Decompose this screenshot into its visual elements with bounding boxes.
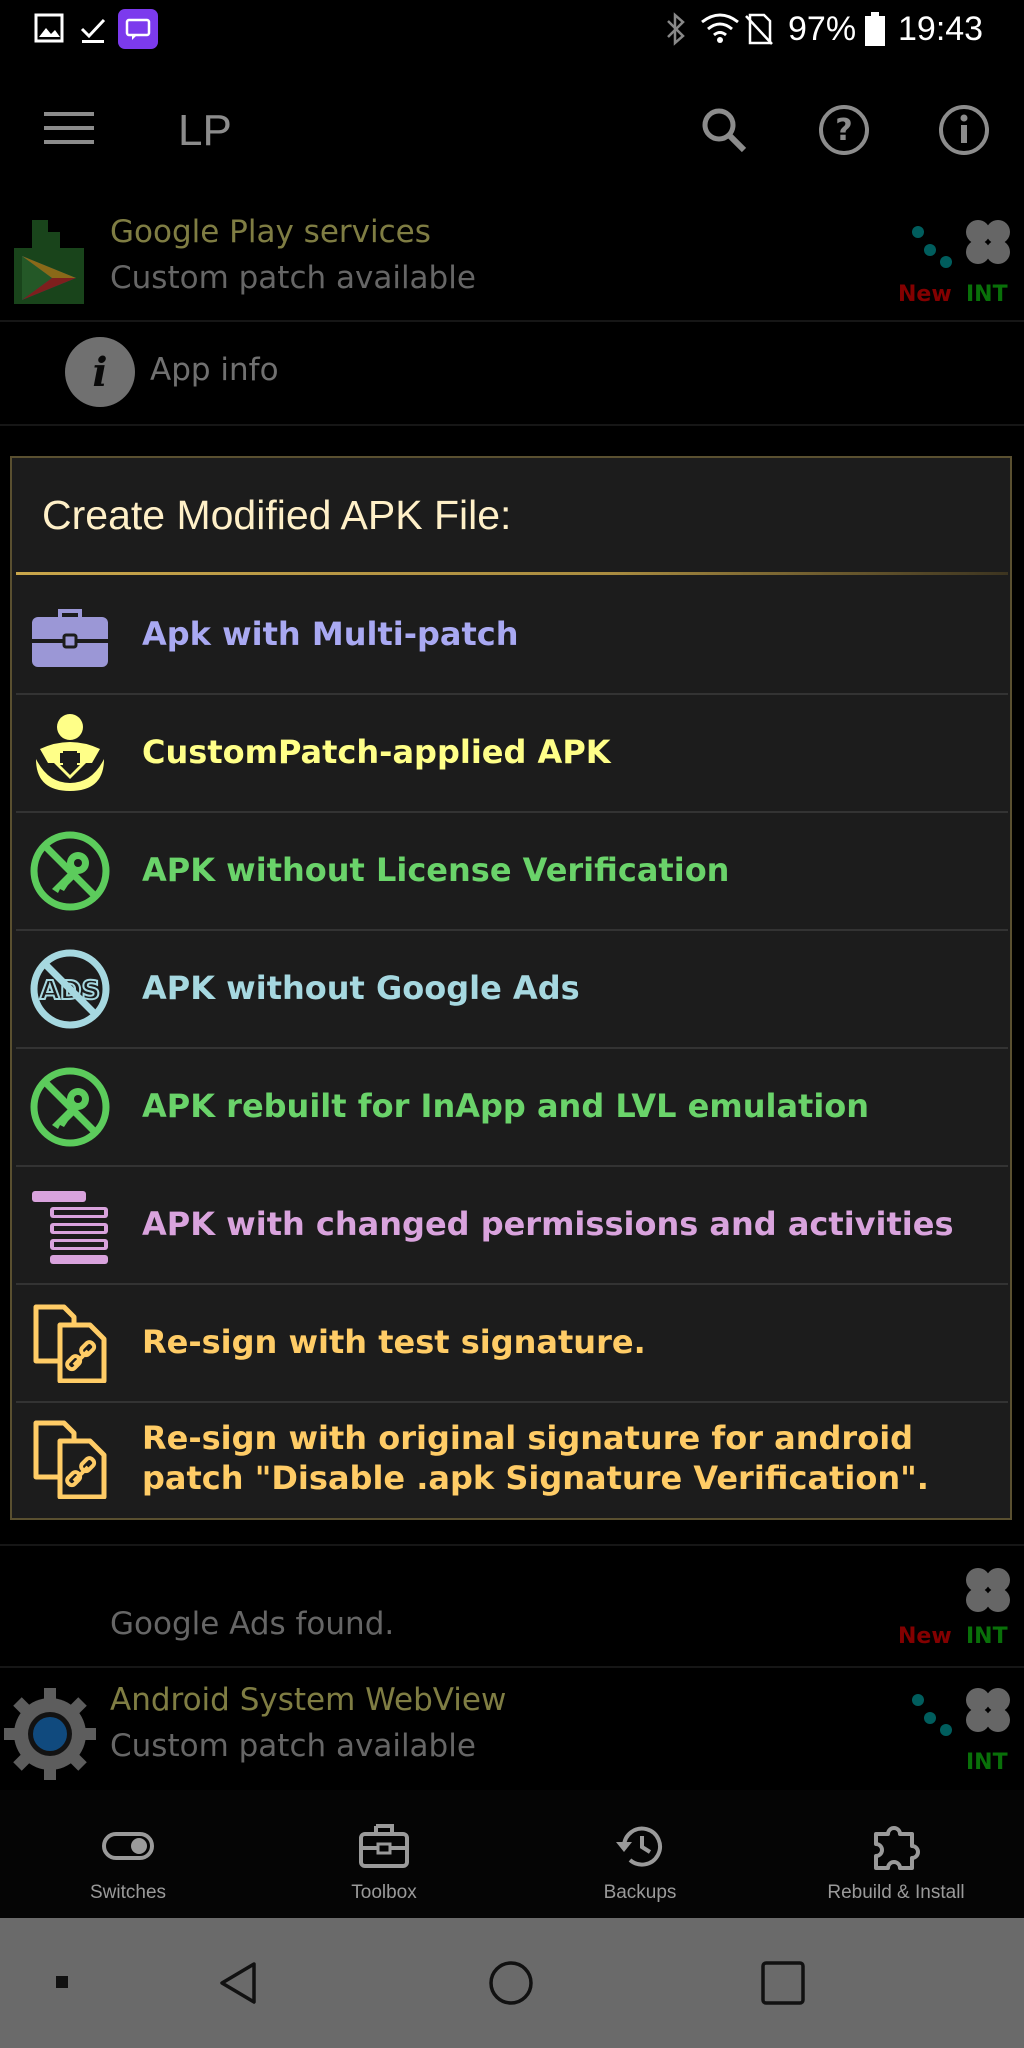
home-icon[interactable] — [488, 1960, 534, 2006]
system-navigation-bar — [0, 1918, 1024, 2048]
app-info-row[interactable]: i App info — [0, 322, 1024, 422]
toolbox-icon — [359, 1824, 409, 1868]
nav-rebuild-install[interactable]: Rebuild & Install — [768, 1790, 1024, 1918]
option-multi-patch[interactable]: Apk with Multi-patch — [16, 575, 1008, 695]
copy-link-icon — [33, 1420, 107, 1499]
option-label: Apk with Multi-patch — [142, 615, 519, 653]
briefcase-icon — [32, 609, 108, 667]
ads-status: Google Ads found. — [110, 1606, 395, 1642]
app-toolbar: LP ? — [0, 70, 1024, 190]
help-icon[interactable]: ? — [818, 104, 870, 156]
bottom-navigation: Switches Toolbox Backups Rebuild & Insta… — [0, 1790, 1024, 1918]
nav-backups[interactable]: Backups — [512, 1790, 768, 1918]
create-modified-apk-dialog: Create Modified APK File: Apk with Multi… — [10, 456, 1012, 1520]
svg-text:?: ? — [835, 113, 852, 148]
recents-icon[interactable] — [760, 1960, 806, 2006]
battery-icon — [865, 12, 885, 46]
wifi-icon — [701, 13, 739, 43]
status-bar: 97% 19:43 — [0, 0, 1024, 60]
clock: 19:43 — [898, 10, 984, 48]
ads-row[interactable]: Google Ads found. New INT — [0, 1546, 1024, 1666]
battery-percent: 97% — [788, 10, 857, 48]
dots-icon — [912, 1694, 952, 1736]
clover-icon — [966, 1568, 1010, 1612]
page-title: LP — [178, 106, 232, 155]
nav-label: Backups — [603, 1882, 677, 1903]
nav-toolbox[interactable]: Toolbox — [256, 1790, 512, 1918]
notification-dot-icon — [56, 1976, 68, 1988]
google-play-services-icon — [14, 220, 84, 304]
option-label: Re-sign with original signature for andr… — [142, 1419, 929, 1497]
nav-switches[interactable]: Switches — [0, 1790, 256, 1918]
option-resign-original[interactable]: Re-sign with original signature for andr… — [16, 1401, 1008, 1515]
no-key-icon — [30, 831, 110, 911]
search-icon[interactable] — [700, 106, 748, 154]
nav-label: Switches — [89, 1882, 167, 1903]
dots-icon — [912, 226, 952, 268]
no-sim-icon — [745, 13, 773, 45]
badge-int: INT — [966, 1750, 1008, 1775]
option-label: APK without Google Ads — [142, 969, 580, 1007]
option-inapp-lvl-emulation[interactable]: APK rebuilt for InApp and LVL emulation — [16, 1047, 1008, 1167]
app-status: Custom patch available — [110, 260, 476, 296]
app-info-label: App info — [150, 352, 279, 388]
option-label: Re-sign with test signature. — [142, 1323, 646, 1361]
option-no-license-verification[interactable]: APK without License Verification — [16, 811, 1008, 931]
toggle-icon — [102, 1832, 154, 1860]
list-icon — [32, 1191, 108, 1264]
option-label: APK with changed permissions and activit… — [142, 1205, 954, 1243]
option-no-google-ads[interactable]: ADS APK without Google Ads — [16, 929, 1008, 1049]
nav-label: Rebuild & Install — [827, 1882, 965, 1903]
check-notification-icon — [80, 18, 106, 43]
restore-icon — [616, 1826, 662, 1867]
option-resign-test[interactable]: Re-sign with test signature. — [16, 1283, 1008, 1403]
app-name: Android System WebView — [110, 1682, 507, 1718]
badge-new: New — [898, 1624, 952, 1649]
option-label: CustomPatch-applied APK — [142, 733, 611, 771]
option-changed-permissions[interactable]: APK with changed permissions and activit… — [16, 1165, 1008, 1285]
badge-int: INT — [966, 1624, 1008, 1649]
person-download-icon — [36, 714, 104, 791]
app-name: Google Play services — [110, 214, 431, 250]
no-ads-icon: ADS — [30, 949, 110, 1029]
no-key-icon — [30, 1067, 110, 1147]
list-item-android-system-webview[interactable]: Android System WebView Custom patch avai… — [0, 1668, 1024, 1788]
copy-link-icon — [33, 1304, 107, 1383]
chat-app-notification-icon — [118, 9, 158, 49]
badge-int: INT — [966, 282, 1008, 307]
svg-text:i: i — [92, 349, 107, 396]
info-icon[interactable] — [938, 104, 990, 156]
back-icon[interactable] — [216, 1960, 262, 2006]
list-item-google-play-services[interactable]: Google Play services Custom patch availa… — [0, 200, 1024, 320]
clover-icon — [966, 1688, 1010, 1732]
option-label: APK rebuilt for InApp and LVL emulation — [142, 1087, 870, 1125]
bluetooth-icon — [667, 12, 685, 46]
menu-icon[interactable] — [44, 110, 94, 146]
gear-icon — [4, 1688, 96, 1780]
puzzle-icon — [874, 1826, 920, 1870]
app-info-icon: i — [65, 337, 135, 407]
option-label: APK without License Verification — [142, 851, 730, 889]
badge-new: New — [898, 282, 952, 307]
nav-label: Toolbox — [351, 1882, 417, 1903]
dialog-title: Create Modified APK File: — [42, 492, 512, 538]
clover-icon — [966, 220, 1010, 264]
app-status: Custom patch available — [110, 1728, 476, 1764]
option-custompatch-apk[interactable]: CustomPatch-applied APK — [16, 693, 1008, 813]
gallery-notification-icon — [34, 13, 64, 43]
